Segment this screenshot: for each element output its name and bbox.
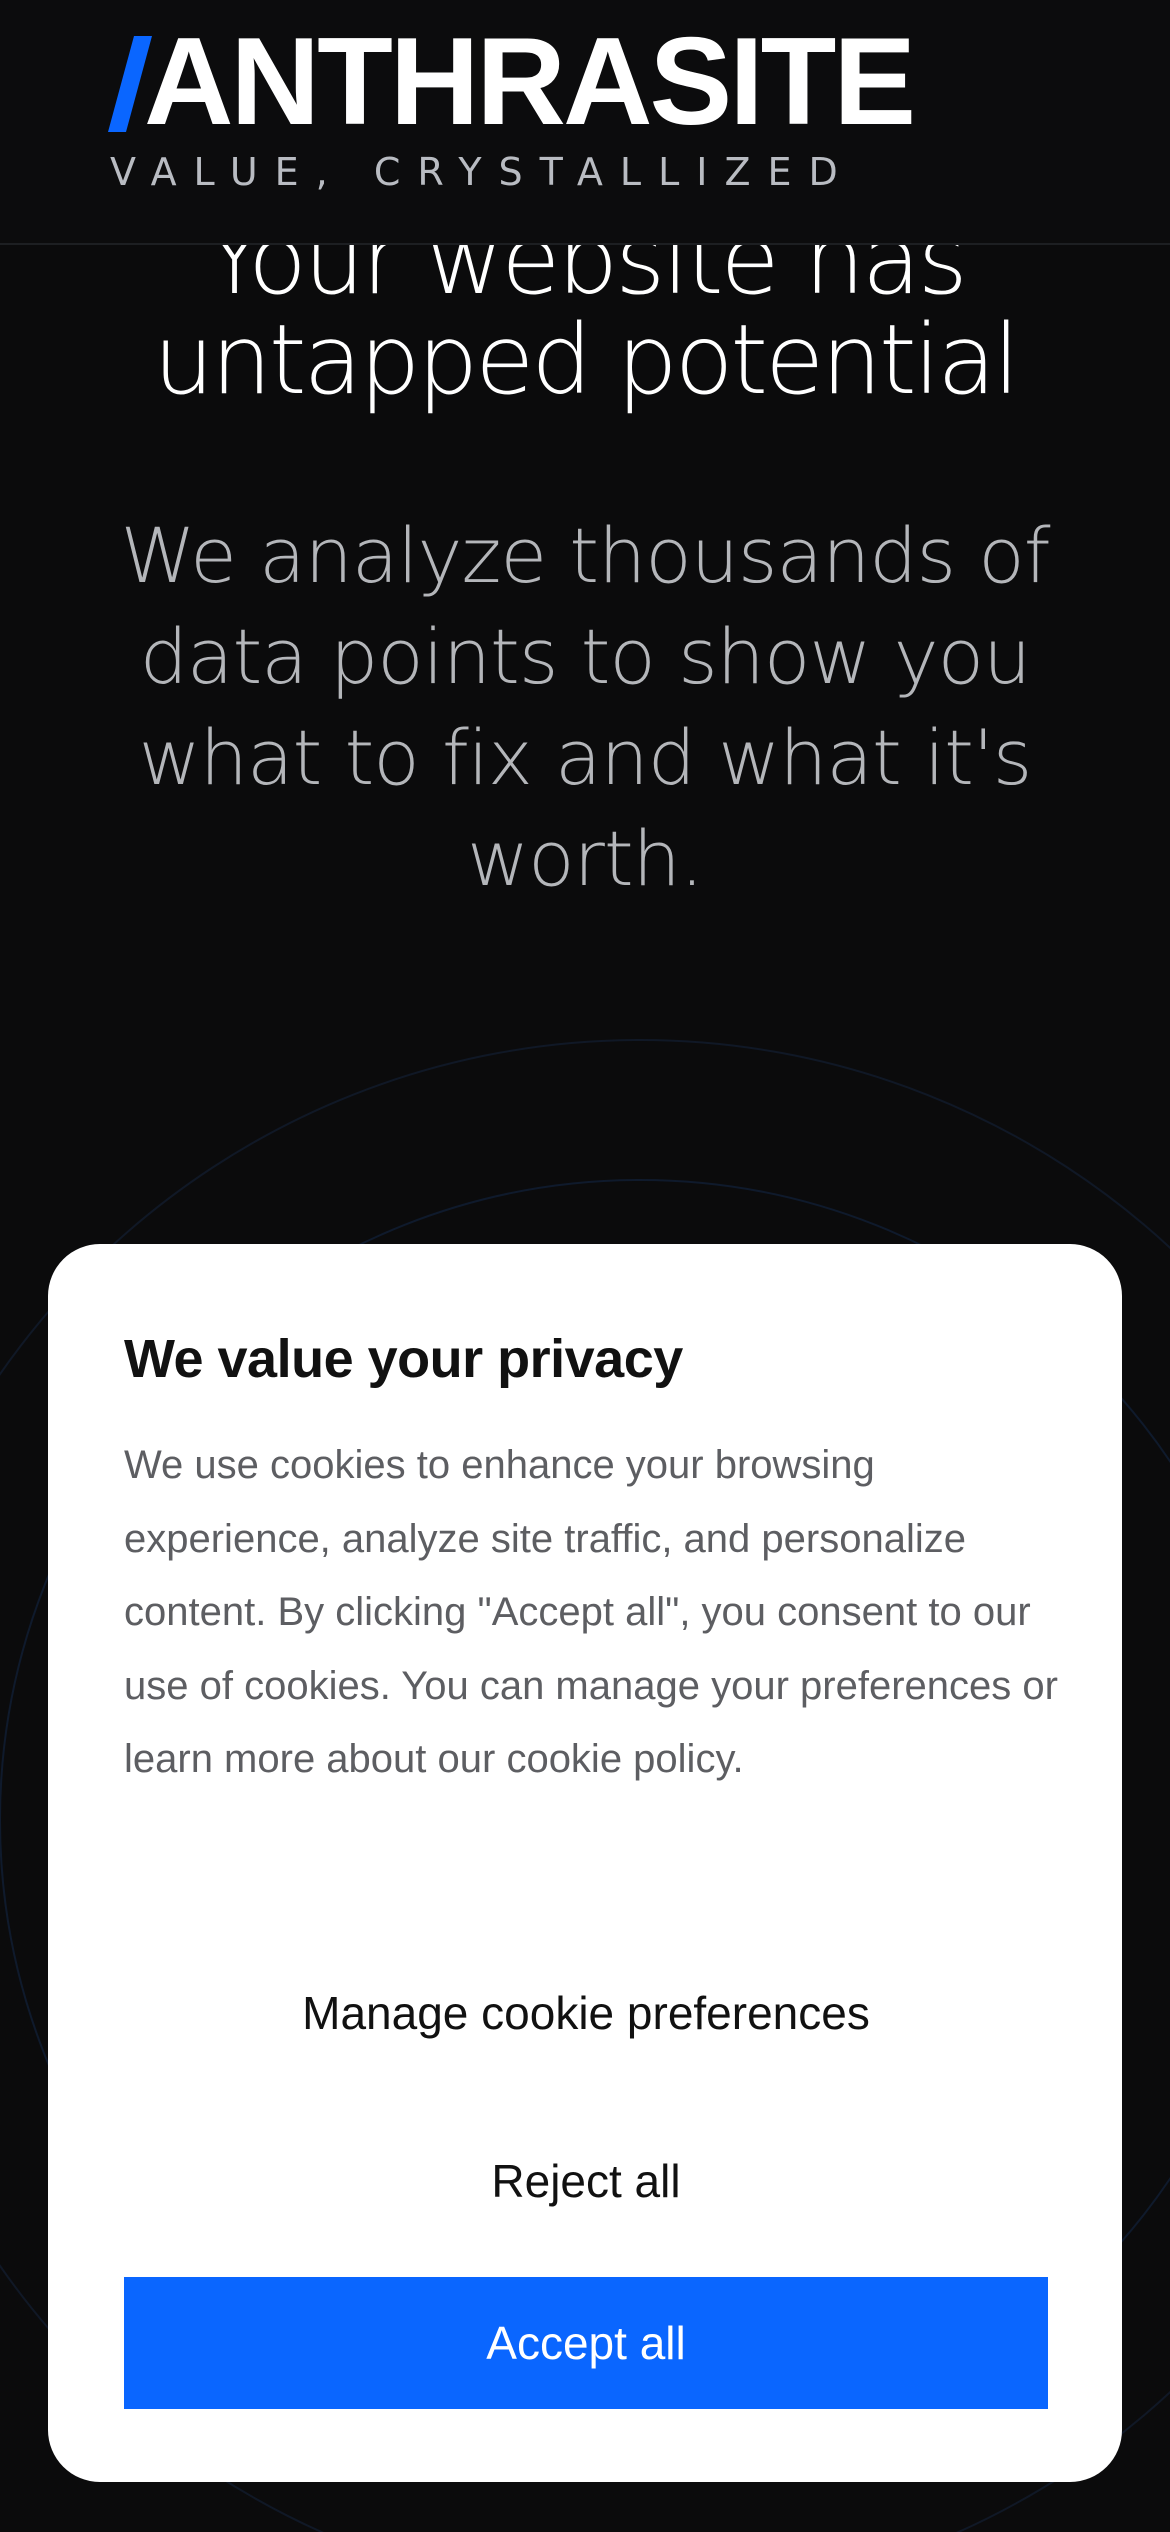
site-header: ANTHRASITE VALUE, CRYSTALLIZED xyxy=(0,0,1170,245)
logo-a-slash-icon xyxy=(108,36,152,132)
cookie-consent-dialog: We value your privacy We use cookies to … xyxy=(48,1244,1122,2482)
logo-wordmark: ANTHRASITE xyxy=(144,13,916,151)
page: Your website has untapped potential We a… xyxy=(0,0,1170,2532)
cookie-dialog-title: We value your privacy xyxy=(124,1329,683,1389)
tagline: VALUE, CRYSTALLIZED xyxy=(110,150,855,194)
manage-cookie-preferences-button[interactable]: Manage cookie preferences xyxy=(124,1958,1048,2068)
cookie-dialog-body: We use cookies to enhance your browsing … xyxy=(124,1443,1058,1781)
hero-title-line-2: untapped potential xyxy=(153,304,1020,416)
reject-all-button[interactable]: Reject all xyxy=(124,2126,1048,2236)
accept-all-button[interactable]: Accept all xyxy=(124,2277,1048,2409)
logo[interactable]: ANTHRASITE xyxy=(108,13,916,151)
hero-subtitle: We analyze thousands of data points to s… xyxy=(120,511,1050,903)
